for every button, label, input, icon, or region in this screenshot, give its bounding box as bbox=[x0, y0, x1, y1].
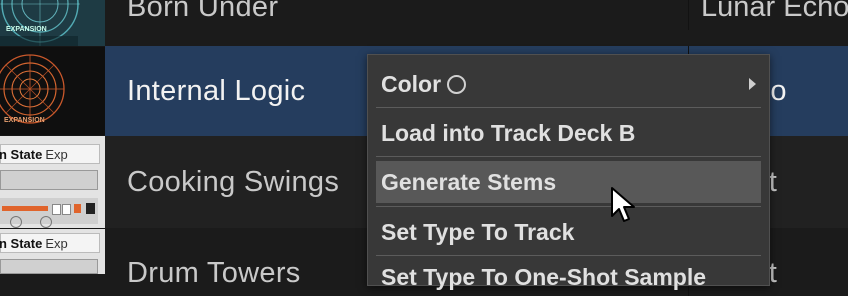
menu-item-color[interactable]: Color bbox=[368, 64, 769, 104]
expansion-label: EXPANSION bbox=[4, 117, 45, 124]
pack-controls bbox=[0, 198, 98, 228]
cover-art-internal-logic[interactable]: EXPANSION bbox=[0, 47, 105, 135]
menu-item-label: Set Type To One-Shot Sample bbox=[381, 263, 707, 290]
menu-item-set-type-track[interactable]: Set Type To Track bbox=[368, 212, 769, 252]
pack-panel bbox=[0, 259, 98, 274]
pack-panel bbox=[0, 170, 98, 190]
menu-item-label: Set Type To Track bbox=[381, 218, 575, 245]
track-browser: EXPANSION EXPANSION n State Exp n State … bbox=[0, 0, 848, 296]
track-title: Internal Logic bbox=[127, 74, 306, 107]
cover-art-drum-towers[interactable]: n State Exp bbox=[0, 229, 105, 274]
track-context-menu: Color Load into Track Deck B Generate St… bbox=[367, 54, 770, 290]
expansion-label: EXPANSION bbox=[6, 26, 47, 33]
menu-item-set-type-one-shot[interactable]: Set Type To One-Shot Sample bbox=[368, 259, 769, 295]
cover-art-column: EXPANSION EXPANSION n State Exp n State … bbox=[0, 0, 105, 274]
pack-header: n State Exp bbox=[0, 233, 100, 253]
track-title: Cooking Swings bbox=[127, 165, 340, 198]
menu-separator bbox=[376, 255, 761, 256]
cover-art-image bbox=[0, 0, 105, 46]
pack-suffix: Exp bbox=[45, 146, 68, 162]
circle-icon bbox=[447, 74, 467, 94]
menu-item-load-deck-b[interactable]: Load into Track Deck B bbox=[368, 113, 769, 153]
track-title: Born Under bbox=[127, 0, 279, 23]
menu-item-label: Generate Stems bbox=[381, 168, 557, 195]
menu-separator bbox=[376, 156, 761, 157]
menu-item-label: Color bbox=[381, 70, 442, 97]
mouse-cursor-icon bbox=[611, 187, 635, 222]
pack-header: n State Exp bbox=[0, 144, 100, 164]
cover-art-born-under[interactable]: EXPANSION bbox=[0, 0, 105, 46]
submenu-arrow-icon bbox=[749, 78, 756, 90]
pack-label: n State bbox=[0, 146, 43, 162]
track-row[interactable]: Born Under Lunar Echo bbox=[105, 0, 848, 46]
track-title: Drum Towers bbox=[127, 256, 301, 289]
menu-separator bbox=[376, 206, 761, 207]
menu-separator bbox=[376, 107, 761, 108]
track-artist: Lunar Echo bbox=[688, 0, 848, 30]
menu-item-generate-stems[interactable]: Generate Stems bbox=[376, 161, 761, 203]
pack-label: n State bbox=[0, 235, 43, 251]
pack-suffix: Exp bbox=[45, 235, 68, 251]
menu-item-label: Load into Track Deck B bbox=[381, 119, 636, 146]
cover-art-cooking-swings[interactable]: n State Exp bbox=[0, 136, 105, 228]
